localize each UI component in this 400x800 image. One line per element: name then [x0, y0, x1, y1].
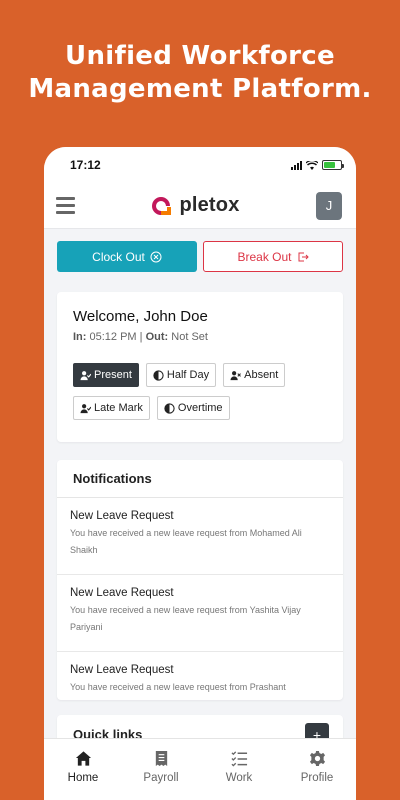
nav-home[interactable]: Home [53, 750, 113, 784]
checklist-icon [230, 750, 247, 767]
user-check-icon [80, 403, 91, 413]
home-icon [75, 750, 91, 766]
nav-payroll[interactable]: Payroll [131, 750, 191, 784]
nav-profile-label: Profile [300, 771, 334, 784]
nav-work-label: Work [225, 771, 253, 784]
notification-title: New Leave Request [70, 587, 174, 599]
notification-title: New Leave Request [70, 664, 174, 676]
menu-icon[interactable] [56, 197, 75, 214]
status-late-mark-label: Late Mark [94, 402, 143, 414]
status-absent-button[interactable]: Absent [223, 363, 286, 387]
clock-out-label: Clock Out [92, 249, 145, 264]
app-bar: pletox J [44, 183, 356, 229]
notification-message: You have received a new leave request fr… [70, 682, 286, 692]
notifications-title: Notifications [57, 460, 343, 498]
promo-headline: Unified Workforce Management Platform. [0, 40, 400, 106]
status-present-label: Present [94, 369, 132, 381]
user-x-icon [230, 370, 242, 380]
status-bar: 17:12 [44, 147, 356, 183]
wifi-icon [306, 160, 318, 170]
out-value: Not Set [171, 331, 208, 343]
status-icons [291, 160, 344, 170]
notification-item[interactable]: New Leave Request You have received a ne… [57, 575, 343, 652]
status-absent-label: Absent [244, 369, 279, 381]
user-check-icon [80, 370, 91, 380]
user-avatar[interactable]: J [315, 191, 342, 220]
attendance-status-options: Present Half Day Absent Late Mark Overti… [73, 363, 327, 420]
in-time: 05:12 PM [89, 331, 137, 343]
welcome-card: Welcome, John Doe In: 05:12 PM | Out: No… [57, 292, 343, 442]
phone-screen: 17:12 pletox J Clock Out Break Out Welco… [44, 147, 356, 800]
attendance-actions: Clock Out Break Out [44, 229, 356, 272]
half-circle-icon [164, 402, 175, 414]
welcome-greeting: Welcome, John Doe [73, 308, 208, 325]
signal-icon [291, 160, 302, 170]
clock-out-button[interactable]: Clock Out [57, 241, 197, 272]
clock-times: In: 05:12 PM | Out: Not Set [73, 331, 327, 343]
notifications-card: Notifications New Leave Request You have… [57, 460, 343, 700]
bottom-navigation: Home Payroll Work Profile [44, 738, 356, 800]
status-overtime-label: Overtime [177, 402, 223, 414]
promo-line-1: Unified Workforce [65, 41, 335, 71]
status-present-button[interactable]: Present [73, 363, 139, 387]
break-out-button[interactable]: Break Out [203, 241, 343, 272]
notification-item[interactable]: New Leave Request You have received a ne… [57, 652, 343, 700]
half-circle-icon [153, 369, 164, 381]
nav-work[interactable]: Work [209, 750, 269, 784]
status-overtime-button[interactable]: Overtime [156, 396, 230, 420]
nav-payroll-label: Payroll [143, 771, 179, 784]
in-label: In: [73, 331, 87, 343]
notification-title: New Leave Request [70, 510, 174, 522]
break-out-label: Break Out [237, 249, 292, 264]
status-half-day-label: Half Day [166, 369, 210, 381]
brand-name: pletox [179, 194, 240, 216]
close-circle-icon [150, 251, 162, 262]
battery-icon [322, 160, 344, 170]
status-late-mark-button[interactable]: Late Mark [73, 396, 150, 420]
time-separator: | [139, 331, 143, 343]
nav-home-label: Home [67, 771, 99, 784]
promo-line-2: Management Platform. [28, 74, 372, 104]
exit-icon [298, 252, 309, 261]
brand-logo: pletox [151, 194, 239, 217]
pletox-logo-icon [152, 196, 172, 215]
nav-profile[interactable]: Profile [287, 750, 347, 784]
status-half-day-button[interactable]: Half Day [145, 363, 217, 387]
out-label: Out: [145, 331, 169, 343]
receipt-icon [155, 750, 167, 766]
status-time: 17:12 [70, 158, 101, 172]
gear-icon [309, 750, 325, 766]
notification-item[interactable]: New Leave Request You have received a ne… [57, 498, 343, 575]
notification-message: You have received a new leave request fr… [70, 605, 301, 632]
notification-message: You have received a new leave request fr… [70, 528, 302, 555]
